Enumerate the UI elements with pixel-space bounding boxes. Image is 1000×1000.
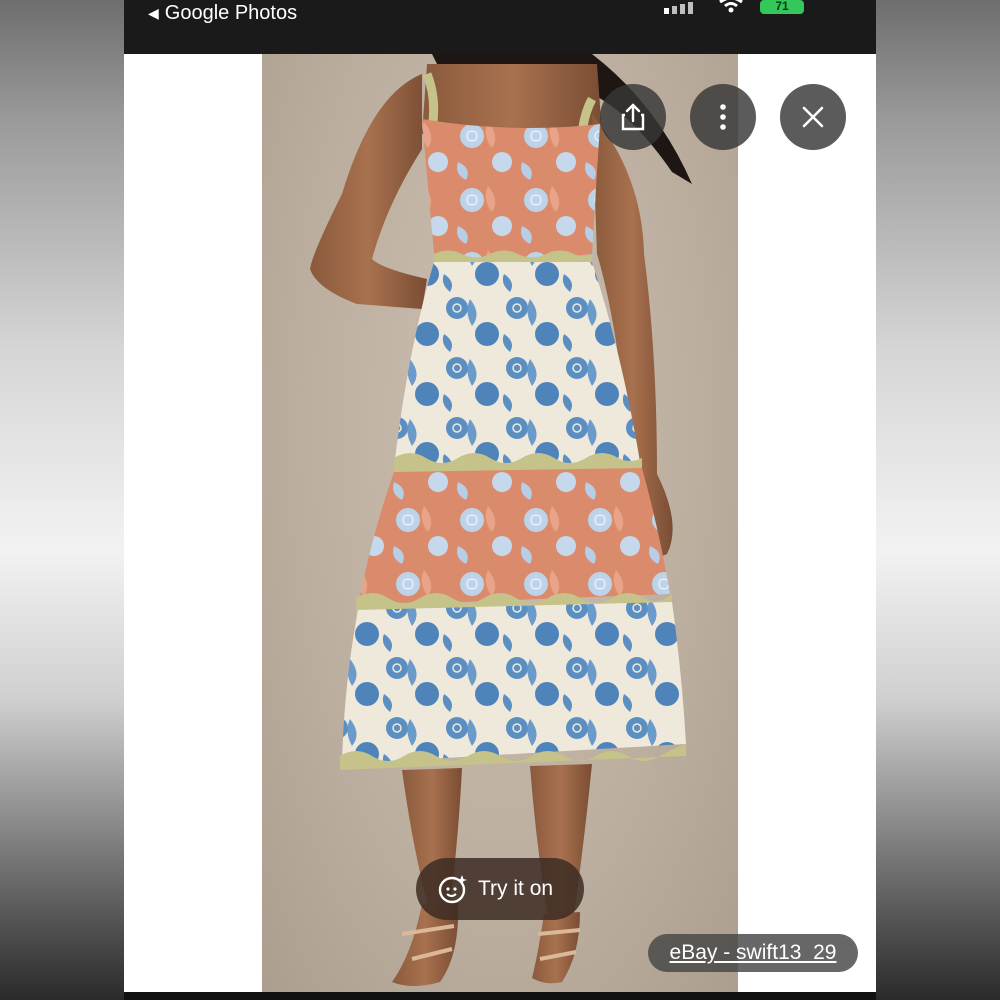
battery-indicator: 71 — [760, 0, 804, 14]
status-bar: ◀ Google Photos 71 — [124, 0, 876, 54]
share-icon — [621, 103, 645, 131]
bottom-bar — [124, 992, 876, 1000]
try-it-on-button[interactable]: Try it on — [416, 858, 584, 920]
close-button[interactable] — [780, 84, 846, 150]
share-button[interactable] — [600, 84, 666, 150]
back-to-google-photos[interactable]: ◀ Google Photos — [148, 2, 297, 25]
try-it-on-label: Try it on — [478, 877, 554, 900]
more-options-button[interactable] — [690, 84, 756, 150]
close-icon — [802, 106, 824, 128]
back-label: Google Photos — [164, 2, 298, 24]
photo-viewer-screen: ◀ Google Photos 71 Try it on eBay - swif… — [124, 0, 876, 1000]
wifi-icon — [719, 0, 743, 13]
dress-photo — [262, 54, 738, 992]
ebay-watermark: eBay - swift13_29 — [648, 934, 858, 972]
signal-icon — [664, 2, 693, 14]
more-vert-icon — [720, 104, 726, 130]
dress-illustration — [310, 54, 692, 986]
sparkle-face-icon — [438, 875, 467, 904]
back-triangle-icon: ◀ — [148, 5, 159, 21]
